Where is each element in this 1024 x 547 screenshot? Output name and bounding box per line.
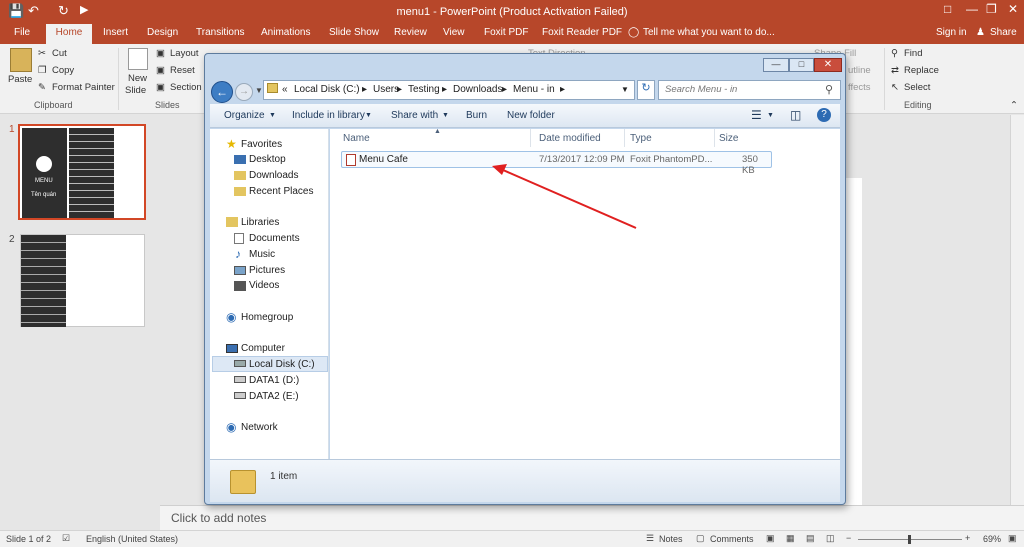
annotation-arrow (492, 164, 637, 229)
arrow-head (492, 164, 507, 175)
arrow-shaft (502, 169, 637, 229)
